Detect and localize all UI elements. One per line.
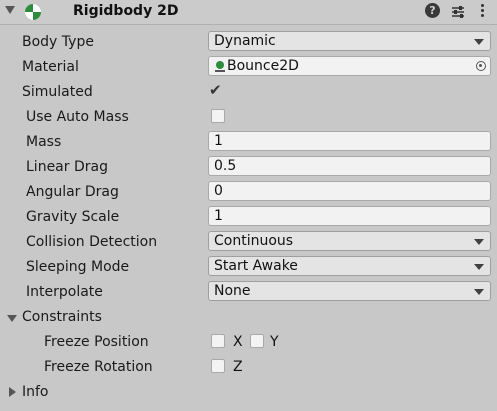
material-object-field[interactable]: Bounce2D: [208, 56, 491, 76]
material-label: Material: [22, 59, 79, 75]
body-type-dropdown[interactable]: Dynamic: [208, 31, 491, 51]
freeze-rotation-label: Freeze Rotation: [44, 359, 153, 375]
interpolate-label: Interpolate: [26, 284, 103, 300]
physics-material-icon: [215, 61, 225, 72]
freeze-position-x-label: X: [233, 334, 243, 350]
interpolate-value: None: [214, 283, 251, 299]
material-row: Material Bounce2D: [0, 55, 497, 80]
freeze-position-label: Freeze Position: [44, 334, 149, 350]
linear-drag-row: Linear Drag 0.5: [0, 155, 497, 180]
freeze-rotation-z-checkbox[interactable]: [211, 359, 225, 373]
freeze-position-y-label: Y: [270, 334, 279, 350]
angular-drag-value: 0: [214, 183, 223, 199]
freeze-position-x-checkbox[interactable]: [211, 334, 225, 348]
sleeping-mode-value: Start Awake: [214, 258, 298, 274]
collision-detection-row: Collision Detection Continuous: [0, 230, 497, 255]
rigidbody2d-icon: [25, 4, 41, 20]
simulated-checkmark-icon[interactable]: ✔: [209, 81, 222, 99]
simulated-row: Simulated ✔: [0, 80, 497, 105]
angular-drag-label: Angular Drag: [26, 184, 119, 200]
interpolate-row: Interpolate None: [0, 280, 497, 305]
linear-drag-input[interactable]: 0.5: [208, 156, 491, 176]
freeze-rotation-z-label: Z: [233, 359, 243, 375]
gravity-scale-label: Gravity Scale: [26, 209, 120, 225]
freeze-position-y-checkbox[interactable]: [250, 334, 264, 348]
collision-detection-value: Continuous: [214, 233, 294, 249]
freeze-position-row: Freeze Position X Y: [0, 330, 497, 355]
help-icon[interactable]: ?: [425, 3, 440, 18]
dropdown-arrow-icon: [474, 264, 484, 270]
simulated-label: Simulated: [22, 84, 93, 100]
foldout-expanded-icon[interactable]: [7, 315, 17, 322]
mass-label: Mass: [26, 134, 62, 150]
linear-drag-value: 0.5: [214, 158, 237, 174]
gravity-scale-input[interactable]: 1: [208, 206, 491, 226]
collapse-arrow-icon[interactable]: [5, 6, 15, 14]
collision-detection-dropdown[interactable]: Continuous: [208, 231, 491, 251]
constraints-label: Constraints: [22, 309, 102, 325]
sleeping-mode-dropdown[interactable]: Start Awake: [208, 256, 491, 276]
component-header: Rigidbody 2D ?: [0, 0, 497, 25]
constraints-foldout[interactable]: Constraints: [0, 305, 497, 330]
mass-row: Mass 1: [0, 130, 497, 155]
presets-icon[interactable]: [450, 4, 466, 20]
dropdown-arrow-icon: [474, 289, 484, 295]
angular-drag-row: Angular Drag 0: [0, 180, 497, 205]
gravity-scale-value: 1: [214, 208, 223, 224]
material-value: Bounce2D: [227, 58, 299, 74]
angular-drag-input[interactable]: 0: [208, 181, 491, 201]
body-type-row: Body Type Dynamic: [0, 30, 497, 55]
use-auto-mass-row: Use Auto Mass: [0, 105, 497, 130]
interpolate-dropdown[interactable]: None: [208, 281, 491, 301]
component-title: Rigidbody 2D: [73, 3, 179, 19]
context-menu-icon[interactable]: [478, 3, 486, 21]
mass-input[interactable]: 1: [208, 131, 491, 151]
body-type-value: Dynamic: [214, 33, 276, 49]
use-auto-mass-label: Use Auto Mass: [26, 109, 129, 125]
object-picker-icon[interactable]: [476, 61, 486, 71]
use-auto-mass-checkbox[interactable]: [211, 109, 225, 123]
info-label: Info: [22, 384, 49, 400]
body-type-label: Body Type: [22, 34, 94, 50]
dropdown-arrow-icon: [474, 239, 484, 245]
sleeping-mode-row: Sleeping Mode Start Awake: [0, 255, 497, 280]
collision-detection-label: Collision Detection: [26, 234, 158, 250]
sleeping-mode-label: Sleeping Mode: [26, 259, 130, 275]
mass-value: 1: [214, 133, 223, 149]
dropdown-arrow-icon: [474, 39, 484, 45]
foldout-collapsed-icon[interactable]: [9, 387, 16, 397]
gravity-scale-row: Gravity Scale 1: [0, 205, 497, 230]
linear-drag-label: Linear Drag: [26, 159, 108, 175]
info-foldout[interactable]: Info: [0, 380, 497, 405]
freeze-rotation-row: Freeze Rotation Z: [0, 355, 497, 380]
